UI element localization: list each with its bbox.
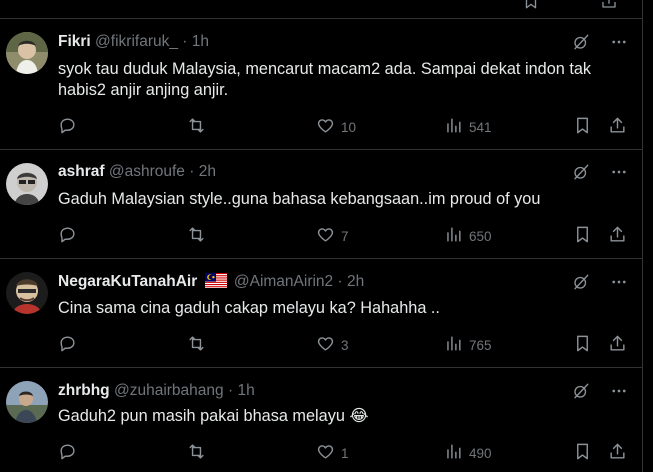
more-icon[interactable] — [610, 163, 628, 186]
bookmark-button[interactable] — [573, 442, 592, 464]
share-icon[interactable] — [600, 0, 618, 15]
views-icon — [444, 225, 463, 247]
timestamp[interactable]: 2h — [347, 273, 364, 290]
reply-icon — [58, 116, 77, 138]
like-icon — [316, 334, 335, 356]
views-count: 765 — [469, 337, 492, 353]
views-button[interactable]: 490 — [444, 442, 492, 464]
reply-button[interactable] — [58, 116, 77, 138]
share-button[interactable] — [608, 116, 627, 138]
author-handle[interactable]: @ashroufe — [109, 163, 185, 180]
author-name[interactable]: ashraf — [58, 163, 105, 180]
previous-post-remnant — [0, 0, 642, 19]
author-name[interactable]: NegaraKuTanahAir — [58, 273, 197, 290]
like-icon — [316, 116, 335, 138]
repost-icon — [187, 442, 206, 464]
share-icon — [608, 225, 627, 247]
views-icon — [444, 334, 463, 356]
grok-icon[interactable] — [572, 33, 590, 56]
bookmark-icon — [573, 334, 592, 356]
avatar[interactable] — [6, 32, 48, 74]
avatar[interactable] — [6, 163, 48, 205]
like-icon — [316, 442, 335, 464]
reply-button[interactable] — [58, 225, 77, 247]
reply-text: Gaduh2 pun masih pakai bhasa melayu 😂 — [58, 407, 369, 425]
views-count: 541 — [469, 119, 492, 135]
bookmark-icon[interactable] — [522, 0, 540, 15]
list-item[interactable]: zhrbhg @zuhairbahang · 1h Gaduh2 pun mas… — [0, 368, 642, 472]
share-button[interactable] — [608, 225, 627, 247]
more-icon[interactable] — [610, 33, 628, 56]
reply-button[interactable] — [58, 334, 77, 356]
reply-icon — [58, 225, 77, 247]
views-count: 650 — [469, 228, 492, 244]
author-handle[interactable]: @AimanAirin2 — [234, 273, 333, 290]
views-icon — [444, 442, 463, 464]
like-button[interactable]: 7 — [316, 225, 349, 247]
views-count: 490 — [469, 445, 492, 461]
reply-icon — [58, 334, 77, 356]
avatar[interactable] — [6, 272, 48, 314]
author-handle[interactable]: @zuhairbahang — [114, 382, 224, 399]
share-button[interactable] — [608, 334, 627, 356]
bookmark-button[interactable] — [573, 116, 592, 138]
repost-button[interactable] — [187, 116, 206, 138]
reply-text: Cina sama cina gaduh cakap melayu ka? Ha… — [58, 299, 440, 317]
grok-icon[interactable] — [572, 382, 590, 405]
share-icon — [608, 116, 627, 138]
views-button[interactable]: 650 — [444, 225, 492, 247]
views-button[interactable]: 541 — [444, 116, 492, 138]
timestamp[interactable]: 1h — [237, 382, 254, 399]
timestamp[interactable]: 1h — [192, 33, 209, 50]
bookmark-button[interactable] — [573, 225, 592, 247]
list-item[interactable]: ashraf @ashroufe · 2h Gaduh Malaysian st… — [0, 150, 642, 259]
repost-button[interactable] — [187, 225, 206, 247]
like-count: 10 — [341, 119, 357, 135]
grok-icon[interactable] — [572, 273, 590, 296]
reply-thread: Fikri @fikrifaruk_ · 1h syok tau duduk M… — [0, 0, 643, 472]
repost-button[interactable] — [187, 334, 206, 356]
separator-dot: · — [337, 273, 343, 290]
repost-button[interactable] — [187, 442, 206, 464]
like-button[interactable]: 10 — [316, 116, 356, 138]
more-icon[interactable] — [610, 382, 628, 405]
more-icon[interactable] — [610, 273, 628, 296]
share-icon — [608, 442, 627, 464]
grok-icon[interactable] — [572, 163, 590, 186]
list-item[interactable]: Fikri @fikrifaruk_ · 1h syok tau duduk M… — [0, 19, 642, 150]
author-name[interactable]: Fikri — [58, 33, 91, 50]
share-button[interactable] — [608, 442, 627, 464]
like-button[interactable]: 3 — [316, 334, 349, 356]
like-count: 3 — [341, 337, 349, 353]
malaysia-flag-icon — [204, 273, 227, 288]
author-handle[interactable]: @fikrifaruk_ — [95, 33, 178, 50]
repost-icon — [187, 334, 206, 356]
timestamp[interactable]: 2h — [199, 163, 216, 180]
author-name[interactable]: zhrbhg — [58, 382, 110, 399]
separator-dot: · — [189, 163, 195, 180]
reply-text: syok tau duduk Malaysia, mencarut macam2… — [58, 60, 592, 99]
repost-icon — [187, 116, 206, 138]
reply-button[interactable] — [58, 442, 77, 464]
like-button[interactable]: 1 — [316, 442, 349, 464]
separator-dot: · — [182, 33, 188, 50]
bookmark-button[interactable] — [573, 334, 592, 356]
repost-icon — [187, 225, 206, 247]
like-count: 1 — [341, 445, 349, 461]
like-count: 7 — [341, 228, 349, 244]
reply-text: Gaduh Malaysian style..guna bahasa keban… — [58, 190, 541, 208]
bookmark-icon — [573, 116, 592, 138]
share-icon — [608, 334, 627, 356]
views-icon — [444, 116, 463, 138]
views-button[interactable]: 765 — [444, 334, 492, 356]
list-item[interactable]: NegaraKuTanahAir @AimanAirin2 · 2h Cina … — [0, 259, 642, 368]
like-icon — [316, 225, 335, 247]
separator-dot: · — [227, 382, 234, 399]
bookmark-icon — [573, 442, 592, 464]
reply-icon — [58, 442, 77, 464]
avatar[interactable] — [6, 381, 48, 423]
bookmark-icon — [573, 225, 592, 247]
